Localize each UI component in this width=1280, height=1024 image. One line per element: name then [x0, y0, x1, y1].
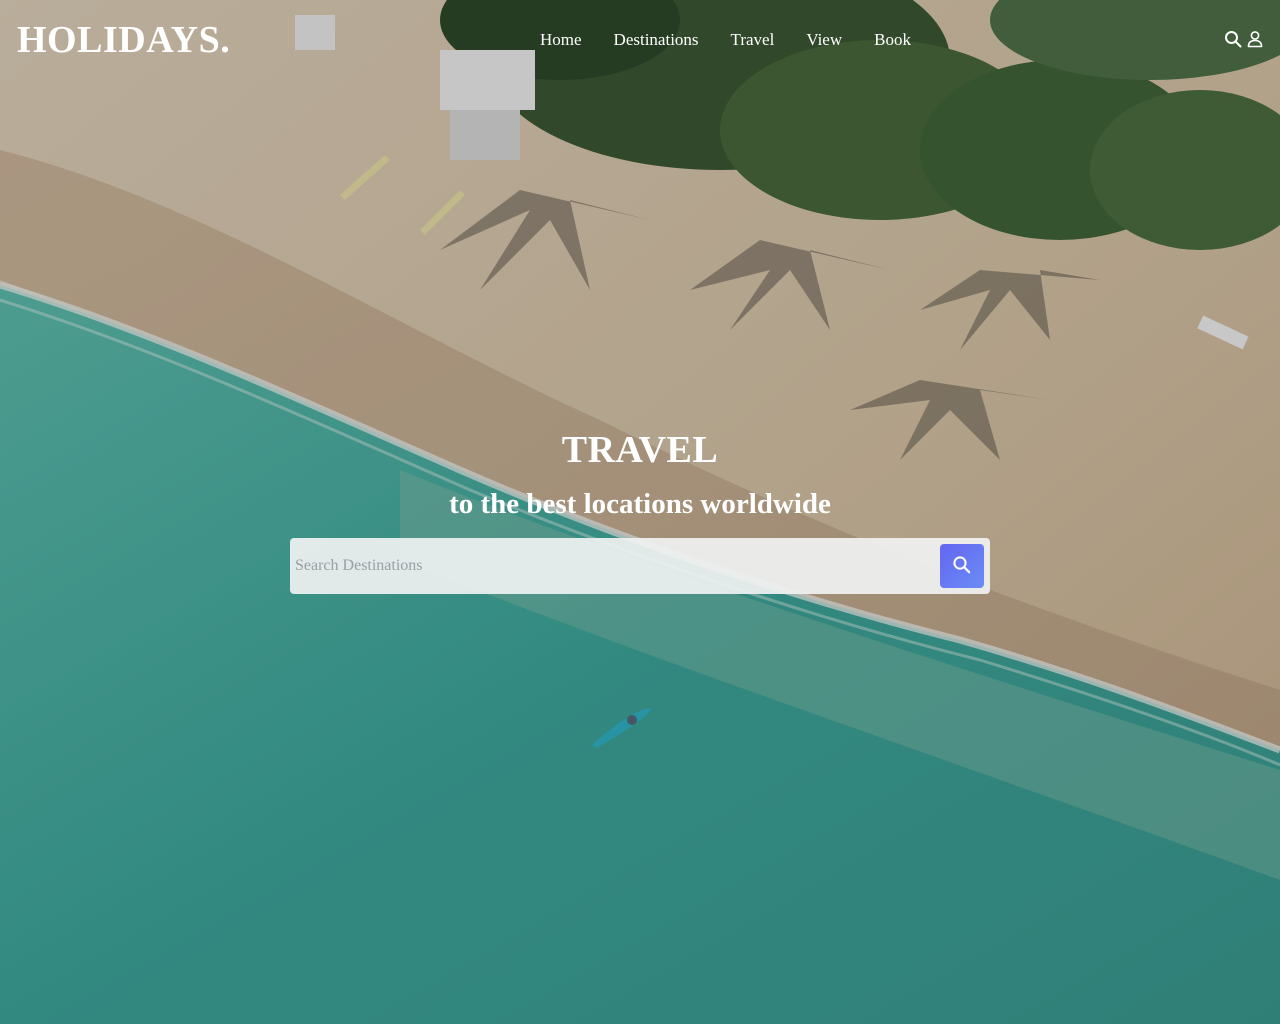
- nav-icons: [1224, 30, 1264, 48]
- page: HOLIDAYS. Home Destinations Travel View …: [0, 0, 1280, 1024]
- search-icon[interactable]: [1224, 30, 1242, 48]
- hero-subtitle: to the best locations worldwide: [449, 488, 831, 520]
- logo[interactable]: HOLIDAYS.: [17, 18, 230, 62]
- hero-content: TRAVEL to the best locations worldwide: [0, 425, 1280, 521]
- nav-item-view[interactable]: View: [790, 28, 858, 52]
- user-icon[interactable]: [1246, 30, 1264, 48]
- nav-item-travel[interactable]: Travel: [715, 28, 791, 52]
- nav-item-home[interactable]: Home: [524, 28, 598, 52]
- search-input[interactable]: [290, 538, 930, 594]
- search-form: [290, 538, 990, 594]
- search-icon: [952, 555, 972, 578]
- nav-menu: Home Destinations Travel View Book: [524, 28, 927, 52]
- nav-item-destinations[interactable]: Destinations: [598, 28, 715, 52]
- hero-title: TRAVEL: [561, 429, 719, 471]
- search-button[interactable]: [940, 544, 984, 588]
- nav-item-book[interactable]: Book: [858, 28, 927, 52]
- navbar: HOLIDAYS. Home Destinations Travel View …: [0, 0, 1280, 80]
